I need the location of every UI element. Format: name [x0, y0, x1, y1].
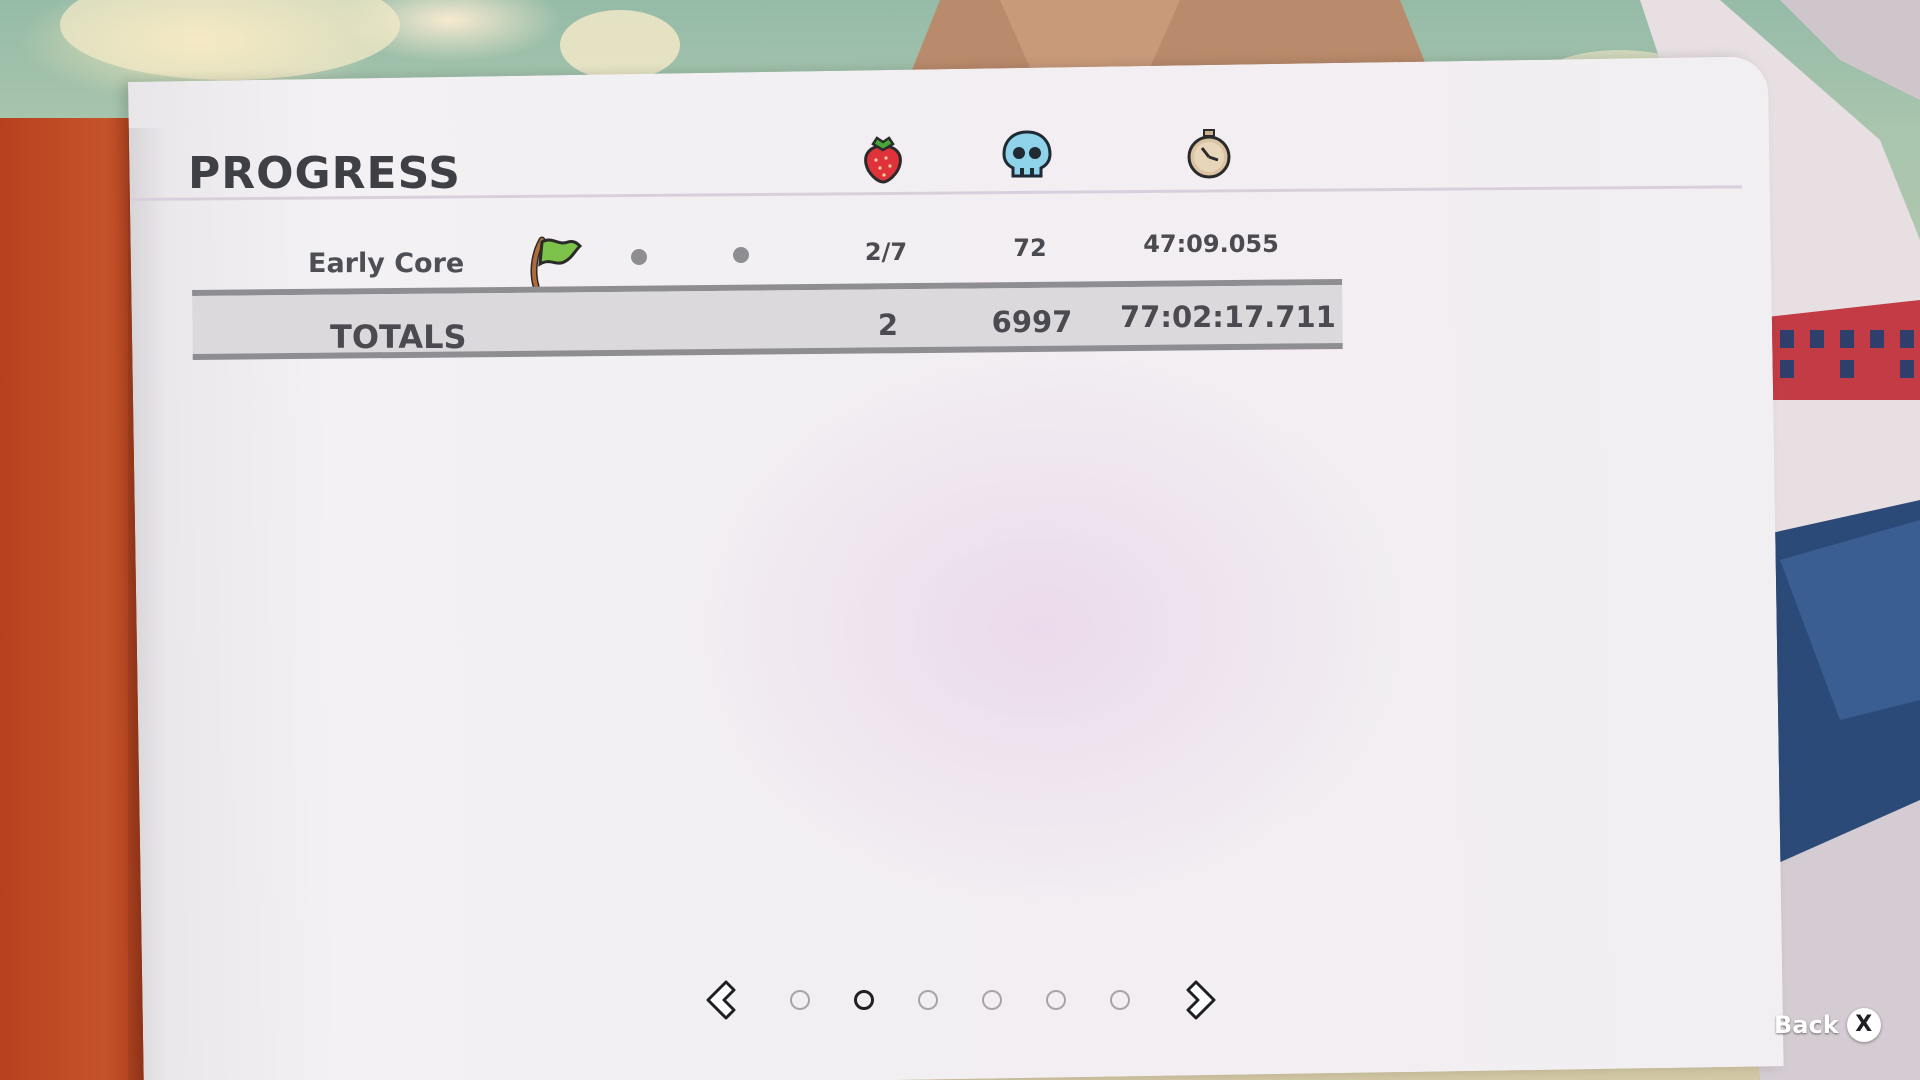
chapter-strawberries: 2/7: [864, 238, 908, 266]
totals-time: 77:02:17.711: [1120, 300, 1336, 334]
back-label: Back: [1774, 1011, 1839, 1039]
stopwatch-icon: [1187, 129, 1231, 179]
strawberry-icon: [864, 136, 902, 184]
checkpoint-dot-empty: [631, 249, 647, 265]
x-button-glyph: X: [1855, 1012, 1873, 1037]
skull-icon: [1002, 130, 1052, 178]
chapter-time: 47:09.055: [1143, 230, 1279, 258]
journal-page: [128, 56, 1784, 1080]
page-dot-4[interactable]: [982, 990, 1002, 1010]
cloud: [560, 10, 680, 80]
page-dot-6[interactable]: [1110, 990, 1130, 1010]
totals-deaths: 6997: [991, 305, 1073, 339]
back-button[interactable]: Back X: [1774, 1008, 1881, 1042]
chapter-name: Early Core: [308, 248, 465, 279]
next-page-arrow-icon[interactable]: [1182, 978, 1222, 1022]
chapter-deaths: 72: [1013, 234, 1047, 262]
totals-label: TOTALS: [330, 318, 467, 356]
page-shadow: [128, 128, 168, 1080]
x-button-icon: X: [1846, 1008, 1881, 1042]
totals-strawberries: 2: [877, 308, 899, 342]
page-dot-1[interactable]: [790, 990, 810, 1010]
page-dot-3[interactable]: [918, 990, 938, 1010]
page-dot-2-active[interactable]: [854, 990, 874, 1010]
page-dot-5[interactable]: [1046, 990, 1066, 1010]
checkpoint-dot-empty: [733, 247, 749, 263]
previous-page-arrow-icon[interactable]: [700, 978, 740, 1022]
page-title: PROGRESS: [188, 148, 461, 199]
